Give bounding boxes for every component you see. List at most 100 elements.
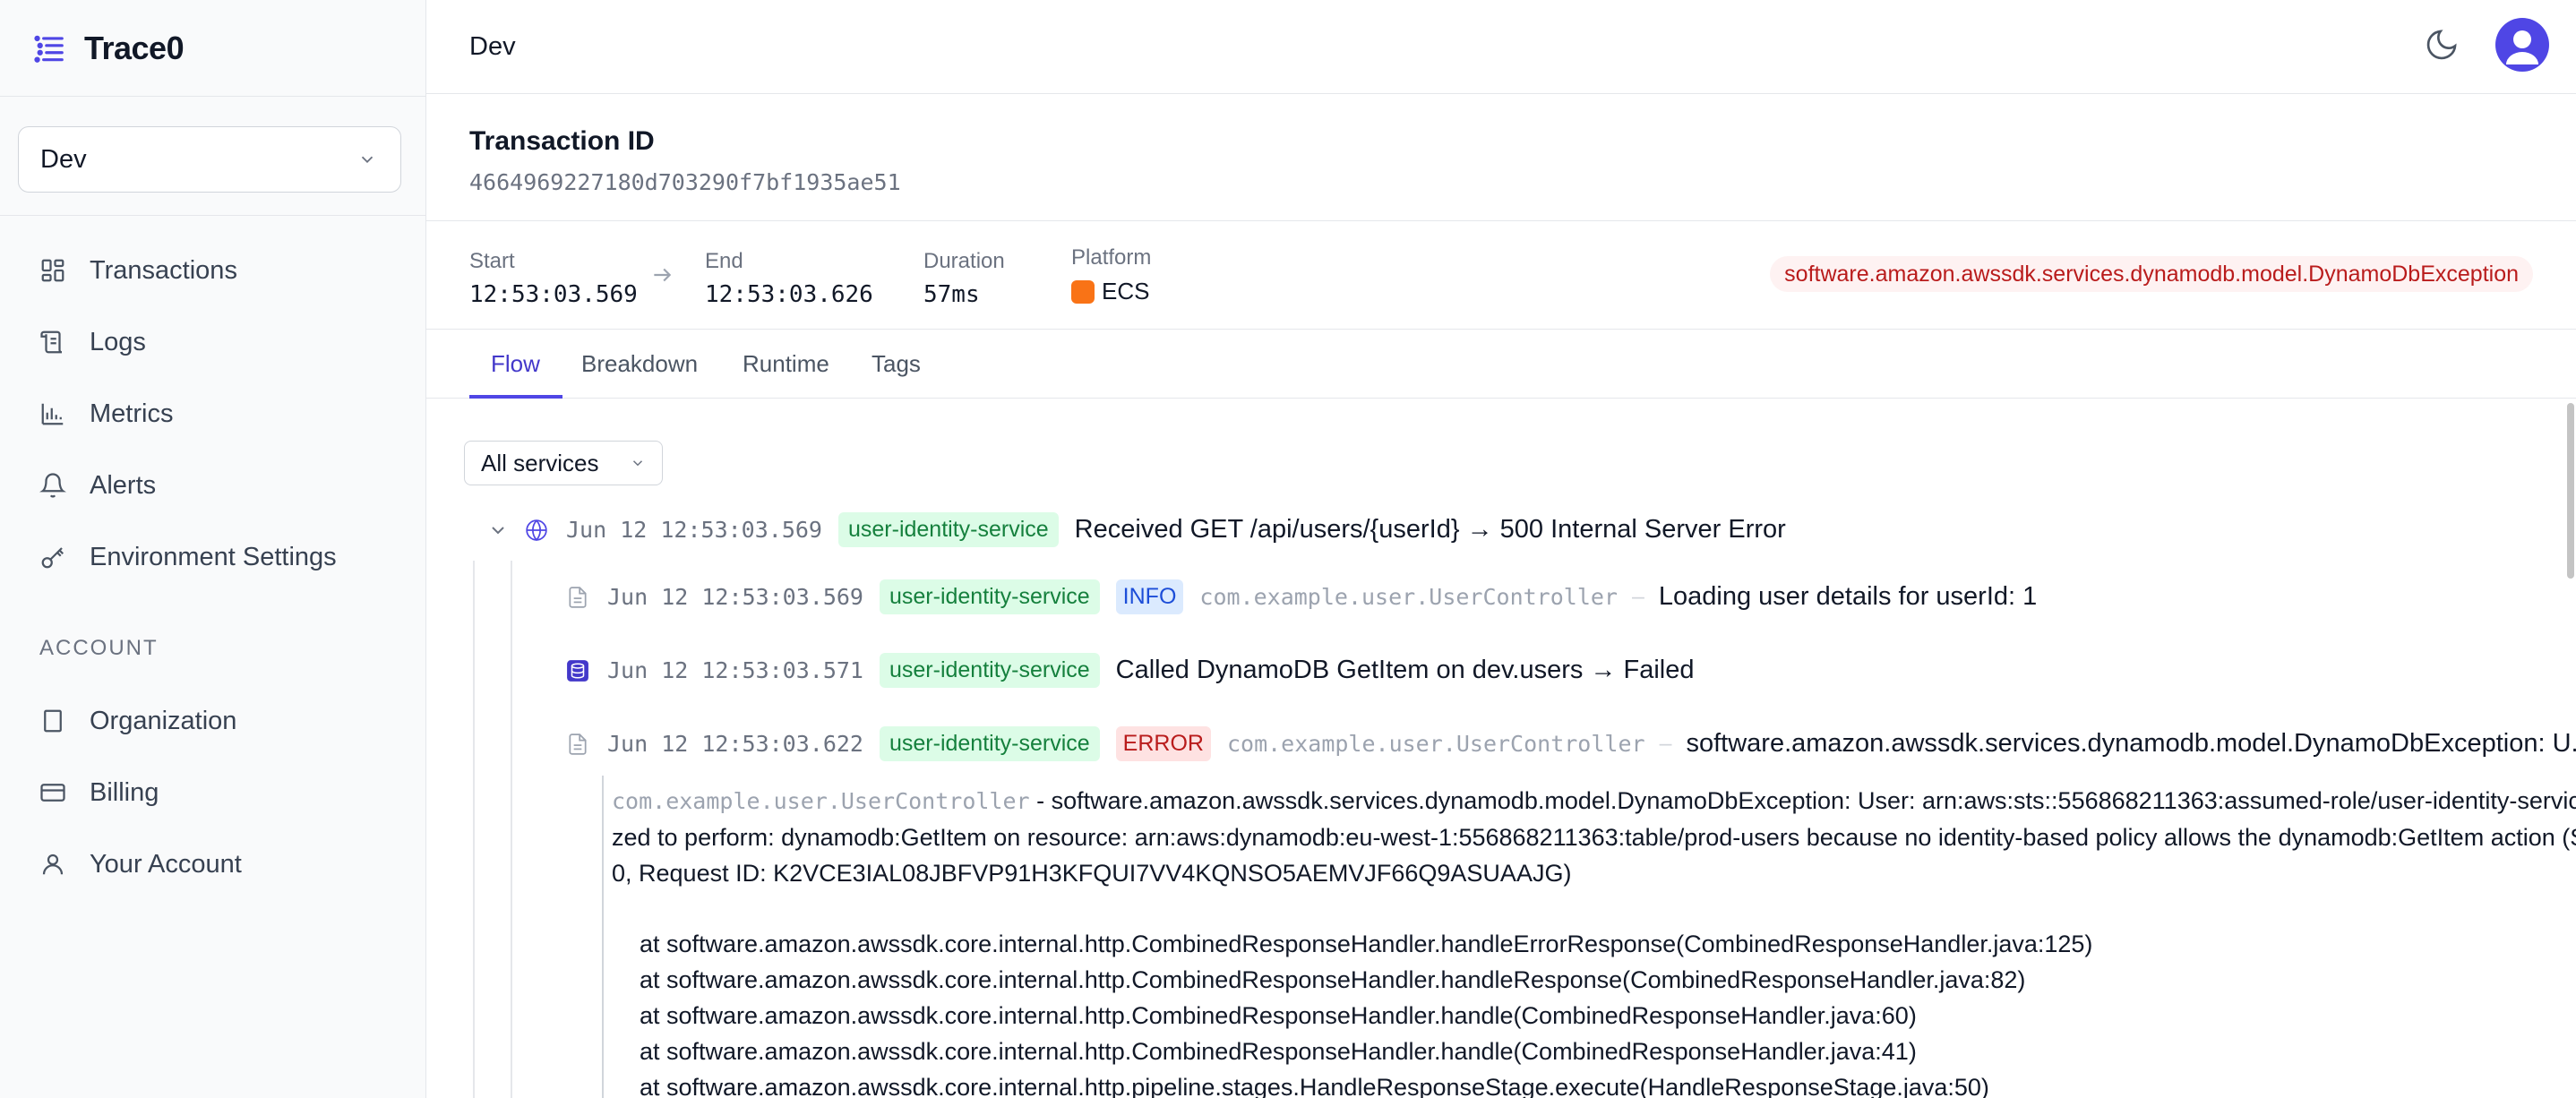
- event-message: Loading user details for userId: 1: [1658, 582, 2038, 611]
- event-row-request[interactable]: Jun 12 12:53:03.569 user-identity-servic…: [487, 512, 1786, 547]
- stack-frame: at software.amazon.awssdk.core.internal.…: [640, 966, 2026, 993]
- sidebar-item-label: Environment Settings: [90, 542, 337, 571]
- divider: [0, 215, 425, 216]
- stack-frame: at software.amazon.awssdk.core.internal.…: [640, 1074, 1989, 1098]
- event-row-log-error[interactable]: Jun 12 12:53:03.622 user-identity-servic…: [566, 726, 2576, 761]
- stack-frame: at software.amazon.awssdk.core.internal.…: [640, 1038, 1917, 1065]
- platform-value: ECS: [1071, 278, 1151, 305]
- sidebar-item-billing[interactable]: Billing: [0, 757, 426, 828]
- top-bar: Dev: [426, 0, 2576, 94]
- level-badge-info: INFO: [1115, 579, 1184, 614]
- sidebar-item-transactions[interactable]: Transactions: [0, 235, 426, 306]
- transaction-meta: Start 12:53:03.569 End 12:53:03.626 Dura…: [426, 222, 2576, 330]
- separator: –: [1631, 584, 1644, 609]
- sidebar-item-organization[interactable]: Organization: [0, 685, 426, 757]
- end-value: 12:53:03.626: [705, 281, 873, 308]
- sidebar-item-label: Alerts: [90, 470, 157, 500]
- brand[interactable]: Trace0: [0, 0, 425, 97]
- separator: –: [1659, 731, 1672, 756]
- duration-block: Duration 57ms: [923, 249, 1005, 308]
- tab-tags[interactable]: Tags: [872, 350, 921, 378]
- chevron-down-icon: [361, 156, 374, 164]
- level-badge-error: ERROR: [1115, 726, 1211, 761]
- start-label: Start: [469, 249, 515, 273]
- sidebar-item-label: Metrics: [90, 399, 174, 428]
- tab-breakdown[interactable]: Breakdown: [581, 350, 698, 378]
- sidebar-item-your-account[interactable]: Your Account: [0, 828, 426, 900]
- user-avatar-icon: [2506, 30, 2538, 64]
- sidebar: Trace0 Dev Transactions Logs Metrics Ale…: [0, 0, 426, 1098]
- service-badge: user-identity-service: [879, 726, 1100, 761]
- sidebar-item-label: Organization: [90, 706, 237, 735]
- dynamodb-icon: [567, 659, 588, 682]
- event-timestamp: Jun 12 12:53:03.571: [607, 657, 863, 683]
- document-icon: [569, 733, 587, 755]
- account-nav: Organization Billing Your Account: [0, 685, 426, 900]
- logs-icon: [40, 330, 63, 354]
- ecs-icon: [1071, 279, 1095, 304]
- exception-badge[interactable]: software.amazon.awssdk.services.dynamodb…: [1770, 256, 2533, 292]
- transaction-id: 4664969227180d703290f7bf1935ae51: [469, 169, 901, 195]
- logger-name: com.example.user.UserController: [1199, 584, 1618, 610]
- sidebar-item-logs[interactable]: Logs: [0, 306, 426, 378]
- bar-chart-icon: [41, 403, 64, 425]
- tab-bar: Flow Breakdown Runtime Tags: [426, 330, 2576, 399]
- building-icon: [44, 709, 62, 733]
- environment-value: Dev: [40, 144, 87, 174]
- event-row-dynamodb[interactable]: Jun 12 12:53:03.571 user-identity-servic…: [566, 653, 1694, 688]
- scrollbar[interactable]: [2562, 399, 2576, 579]
- sidebar-item-label: Logs: [90, 327, 146, 356]
- transaction-header: Transaction ID 4664969227180d703290f7bf1…: [426, 94, 2576, 221]
- account-section-label: ACCOUNT: [39, 636, 159, 660]
- chevron-down-icon: [632, 460, 643, 467]
- tab-flow[interactable]: Flow: [491, 350, 540, 378]
- dashboard-icon: [41, 259, 64, 282]
- active-tab-indicator: [469, 395, 562, 399]
- list-icon: [34, 35, 64, 63]
- scrollbar-thumb[interactable]: [2567, 403, 2574, 579]
- environment-select[interactable]: Dev: [18, 126, 401, 193]
- log-detail: com.example.user.UserController - softwa…: [612, 783, 2576, 891]
- arrow-right-icon: [654, 268, 672, 282]
- start-value: 12:53:03.569: [469, 281, 638, 308]
- detail-line: [602, 776, 604, 1098]
- stack-frame: at software.amazon.awssdk.core.internal.…: [640, 1002, 1917, 1029]
- sidebar-item-label: Billing: [90, 777, 159, 807]
- chevron-down-icon[interactable]: [487, 519, 509, 541]
- logger-name: com.example.user.UserController: [1226, 731, 1645, 757]
- platform-block: Platform ECS: [1071, 245, 1151, 305]
- sidebar-item-metrics[interactable]: Metrics: [0, 378, 426, 450]
- globe-icon: [526, 519, 547, 541]
- duration-value: 57ms: [923, 281, 980, 308]
- tab-runtime[interactable]: Runtime: [743, 350, 829, 378]
- event-timestamp: Jun 12 12:53:03.569: [607, 584, 863, 610]
- sidebar-item-environment-settings[interactable]: Environment Settings: [0, 521, 426, 593]
- event-message: Received GET /api/users/{userId} → 500 I…: [1074, 515, 1786, 544]
- service-badge: user-identity-service: [879, 579, 1100, 614]
- service-filter-value: All services: [481, 449, 599, 476]
- service-filter-select[interactable]: All services: [464, 441, 663, 485]
- moon-icon[interactable]: [2424, 27, 2460, 63]
- sidebar-item-alerts[interactable]: Alerts: [0, 450, 426, 521]
- main-nav: Transactions Logs Metrics Alerts Environ…: [0, 235, 426, 593]
- platform-label: Platform: [1071, 245, 1152, 270]
- page-title: Dev: [469, 31, 516, 61]
- event-timestamp: Jun 12 12:53:03.569: [566, 517, 822, 543]
- duration-label: Duration: [923, 249, 1005, 273]
- platform-name: ECS: [1102, 278, 1150, 305]
- event-message: software.amazon.awssdk.services.dynamodb…: [1686, 729, 2576, 758]
- avatar[interactable]: [2495, 18, 2549, 72]
- user-icon: [42, 854, 64, 875]
- sidebar-item-label: Transactions: [90, 255, 237, 285]
- tree-line: [473, 561, 475, 1098]
- key-icon: [41, 547, 64, 569]
- credit-card-icon: [40, 784, 65, 802]
- flow-panel: All services Jun 12 12:53:03.569 user-id…: [426, 399, 2576, 1098]
- stack-trace: at software.amazon.awssdk.core.internal.…: [640, 926, 2092, 1098]
- tree-line: [511, 561, 512, 1098]
- service-badge: user-identity-service: [879, 653, 1100, 688]
- start-block: Start 12:53:03.569: [469, 249, 638, 308]
- stack-frame: at software.amazon.awssdk.core.internal.…: [640, 931, 2093, 957]
- event-row-log-info[interactable]: Jun 12 12:53:03.569 user-identity-servic…: [566, 579, 2037, 614]
- transaction-id-label: Transaction ID: [469, 126, 655, 156]
